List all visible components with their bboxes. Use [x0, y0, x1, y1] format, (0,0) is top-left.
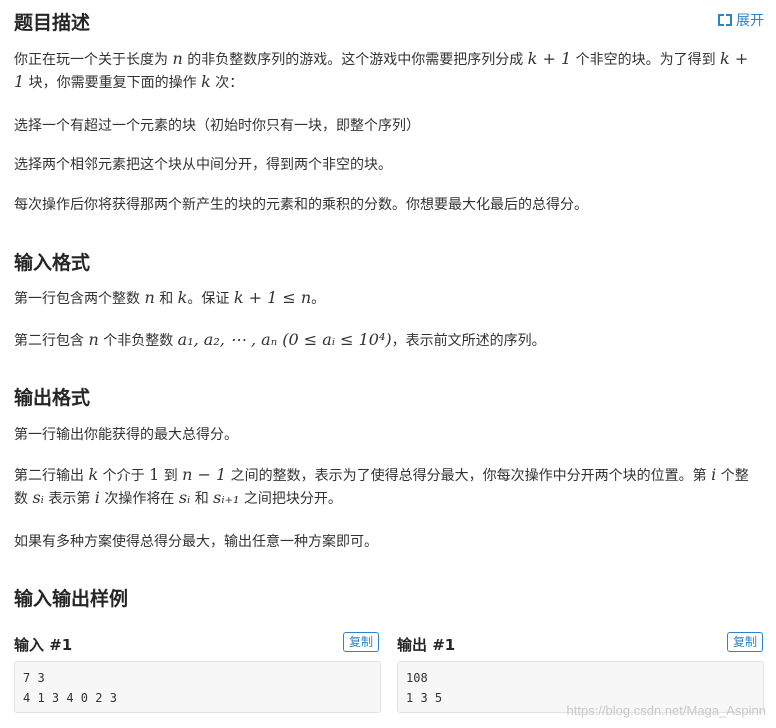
problem-page: 题目描述 展开 你正在玩一个关于长度为 n 的非负整数序列的游戏。这个游戏中你需… — [0, 0, 776, 728]
description-paragraph-3: 选择两个相邻元素把这个块从中间分开，得到两个非空的块。 — [14, 157, 392, 173]
sample-input-box[interactable]: 7 3 4 1 3 4 0 2 3 — [14, 661, 381, 713]
output-format-line-1: 第一行输出你能获得的最大总得分。 — [14, 427, 238, 443]
samples-heading: 输入输出样例 — [14, 588, 129, 610]
expand-label: 展开 — [736, 13, 764, 29]
description-paragraph-2: 选择一个有超过一个元素的块（初始时你只有一块，即整个序列） — [14, 118, 420, 134]
expand-icon — [718, 14, 732, 26]
description-heading: 题目描述 — [14, 12, 91, 34]
output-format-line-3: 如果有多种方案使得总得分最大，输出任意一种方案即可。 — [14, 534, 378, 550]
input-format-line-1: 第一行包含两个整数 n 和 k。保证 k + 1 ≤ n。 — [14, 288, 326, 307]
input-format-line-2: 第二行包含 n 个非负整数 a₁, a₂, ⋯ , aₙ (0 ≤ aᵢ ≤ 1… — [14, 330, 546, 349]
watermark: https://blog.csdn.net/Maga_Aspinn — [566, 703, 766, 718]
sample-output-title: 输出 #1 — [397, 636, 456, 654]
copy-output-button[interactable]: 复制 — [727, 632, 764, 652]
sample-input-title: 输入 #1 — [14, 636, 73, 654]
copy-input-button[interactable]: 复制 — [343, 632, 380, 652]
description-paragraph-1: 你正在玩一个关于长度为 n 的非负整数序列的游戏。这个游戏中你需要把序列分成 k… — [14, 49, 749, 91]
input-format-heading: 输入格式 — [14, 252, 91, 274]
description-paragraph-4: 每次操作后你将获得那两个新产生的块的元素和的乘积的分数。你想要最大化最后的总得分… — [14, 197, 588, 213]
expand-button[interactable]: 展开 — [718, 10, 764, 30]
output-format-line-2: 第二行输出 k 个介于 1 到 n − 1 之间的整数，表示为了使得总得分最大，… — [14, 465, 749, 507]
output-format-heading: 输出格式 — [14, 387, 91, 409]
